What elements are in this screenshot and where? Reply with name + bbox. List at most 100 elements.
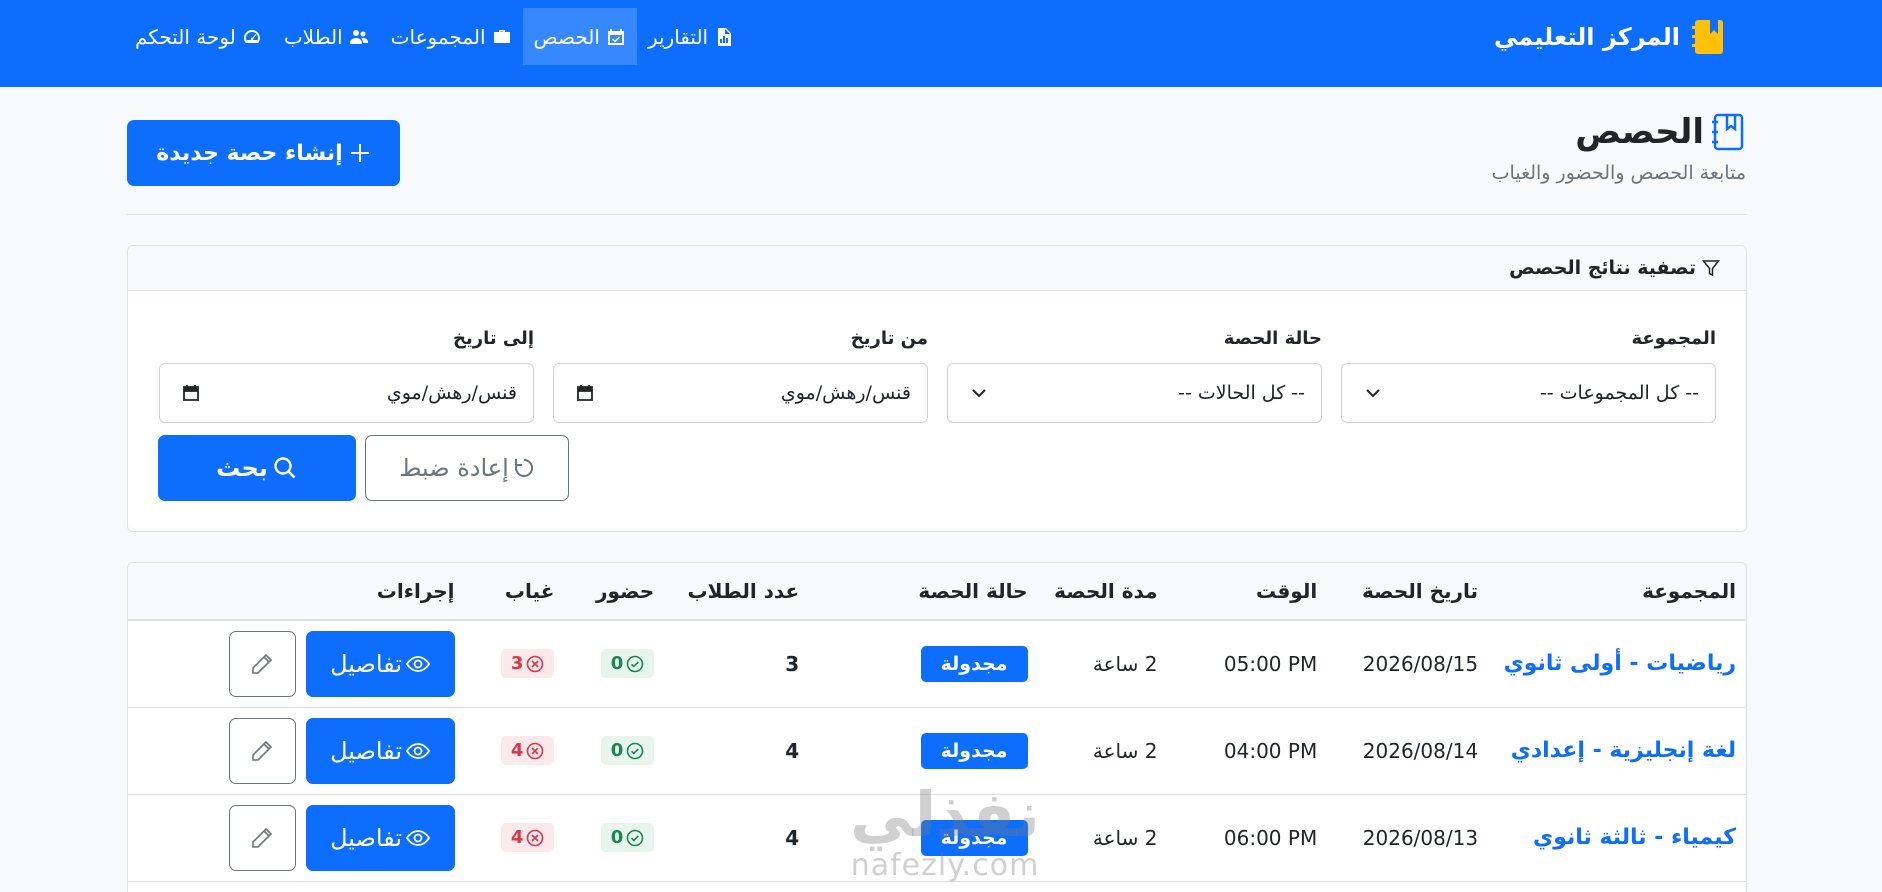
- col-present[interactable]: حضور: [564, 563, 665, 621]
- status-filter-field: حالة الحصة -- كل الحالات --: [947, 328, 1322, 423]
- reset-button[interactable]: إعادة ضبط: [365, 435, 569, 501]
- nav-label: الحصص: [533, 24, 600, 49]
- nav-item-students[interactable]: الطلاب: [273, 8, 380, 65]
- details-label: تفاصيل: [330, 823, 402, 852]
- status-cell: مجدولة: [809, 794, 1038, 882]
- details-button[interactable]: تفاصيل: [305, 630, 455, 697]
- filter-title: تصفية نتائج الحصص: [1509, 257, 1696, 279]
- from-date-placeholder: قنس/رهش/موي: [780, 382, 911, 404]
- table-row: كيمياء - ثالثة ثانوي 2026/08/13 06:00 PM…: [128, 794, 1746, 882]
- present-chip: 0: [600, 649, 655, 679]
- status-cell: مجدولة: [809, 707, 1038, 795]
- absent-count: 4: [510, 740, 524, 761]
- group-link[interactable]: كيمياء - ثالثة ثانوي: [1488, 794, 1746, 882]
- filter-card: تصفية نتائج الحصص المجموعة -- كل المجموع…: [127, 245, 1747, 532]
- reset-label: إعادة ضبط: [399, 454, 509, 482]
- present-count: 0: [610, 827, 624, 848]
- edit-button[interactable]: [228, 630, 296, 697]
- status-filter-label: حالة الحصة: [1223, 328, 1322, 349]
- table-header-row: المجموعة تاريخ الحصة الوقت مدة الحصة حال…: [128, 563, 1746, 621]
- to-date-input[interactable]: قنس/رهش/موي: [159, 363, 534, 423]
- nav-label: الطلاب: [283, 24, 343, 49]
- col-absent[interactable]: غياب: [464, 563, 565, 621]
- details-button[interactable]: تفاصيل: [305, 717, 455, 784]
- pencil-icon: [252, 653, 273, 674]
- col-date[interactable]: تاريخ الحصة: [1327, 563, 1489, 621]
- notebook-logo-icon: [1692, 20, 1723, 54]
- group-link[interactable]: رياضيات - أولى ثانوي: [1488, 620, 1746, 708]
- to-date-placeholder: قنس/رهش/موي: [386, 382, 517, 404]
- page-title: الحصص: [1492, 112, 1746, 152]
- actions-cell: تفاصيل: [128, 707, 465, 795]
- sessions-table: المجموعة تاريخ الحصة الوقت مدة الحصة حال…: [128, 563, 1746, 882]
- nav-label: المجموعات: [390, 24, 486, 49]
- session-time: 06:00 PM: [1167, 794, 1328, 882]
- group-filter-field: المجموعة -- كل المجموعات --: [1341, 328, 1716, 423]
- absent-chip: 4: [500, 823, 555, 852]
- pencil-icon: [252, 740, 273, 761]
- status-select-value: -- كل الحالات --: [1178, 382, 1305, 404]
- pencil-icon: [252, 827, 273, 848]
- page-subtitle: متابعة الحصص والحضور والغياب: [1491, 162, 1746, 184]
- calendar-icon: [183, 385, 199, 401]
- edit-button[interactable]: [228, 717, 296, 784]
- details-label: تفاصيل: [330, 649, 402, 678]
- col-students[interactable]: عدد الطلاب: [664, 563, 810, 621]
- col-group[interactable]: المجموعة: [1488, 563, 1746, 621]
- edit-button[interactable]: [228, 804, 296, 871]
- students-count: 4: [664, 707, 810, 795]
- status-select[interactable]: -- كل الحالات --: [947, 363, 1322, 423]
- group-select-value: -- كل المجموعات --: [1539, 382, 1699, 404]
- table-row: لغة إنجليزية - إعدادي 2026/08/14 04:00 P…: [128, 707, 1746, 795]
- present-cell: 0: [564, 620, 665, 708]
- plus-icon: [350, 144, 369, 162]
- present-cell: 0: [564, 707, 665, 795]
- nav-label: التقارير: [647, 24, 709, 49]
- check-circle-icon: [626, 742, 644, 759]
- x-circle-icon: [527, 742, 544, 759]
- create-session-button[interactable]: إنشاء حصة جديدة: [127, 120, 400, 186]
- from-date-label: من تاريخ: [850, 328, 928, 349]
- to-date-label: إلى تاريخ: [452, 328, 534, 349]
- session-duration: 2 ساعة: [1037, 707, 1168, 795]
- table-row: رياضيات - أولى ثانوي 2026/08/15 05:00 PM…: [128, 620, 1746, 708]
- search-label: بحث: [216, 454, 268, 482]
- nav-menu: لوحة التحكم الطلاب المجموعات الحصص التقا…: [124, 8, 745, 65]
- absent-count: 4: [510, 827, 524, 848]
- group-link[interactable]: لغة إنجليزية - إعدادي: [1488, 707, 1746, 795]
- nav-item-groups[interactable]: المجموعات: [380, 8, 523, 65]
- session-date: 2026/08/15: [1327, 620, 1489, 708]
- session-duration: 2 ساعة: [1037, 794, 1168, 882]
- details-button[interactable]: تفاصيل: [305, 804, 455, 871]
- session-duration: 2 ساعة: [1037, 620, 1168, 708]
- to-date-field: إلى تاريخ قنس/رهش/موي: [159, 328, 534, 423]
- session-date: 2026/08/14: [1327, 707, 1489, 795]
- chevron-down-icon: [972, 389, 986, 398]
- col-time[interactable]: الوقت: [1167, 563, 1328, 621]
- x-circle-icon: [527, 829, 544, 846]
- students-count: 4: [664, 794, 810, 882]
- nav-label: لوحة التحكم: [135, 24, 236, 49]
- col-duration[interactable]: مدة الحصة: [1037, 563, 1168, 621]
- actions-cell: تفاصيل: [128, 794, 465, 882]
- journal-bookmark-icon: [1712, 113, 1744, 151]
- x-circle-icon: [527, 655, 544, 673]
- students-count: 3: [664, 620, 810, 708]
- page-title-text: الحصص: [1575, 112, 1704, 152]
- speedometer-icon: [243, 29, 260, 43]
- nav-item-reports[interactable]: التقارير: [637, 8, 745, 65]
- filter-header: تصفية نتائج الحصص: [128, 246, 1746, 291]
- nav-item-dashboard[interactable]: لوحة التحكم: [124, 8, 273, 65]
- group-select[interactable]: -- كل المجموعات --: [1341, 363, 1716, 423]
- brand[interactable]: المركز التعليمي: [1494, 16, 1726, 58]
- col-status[interactable]: حالة الحصة: [809, 563, 1038, 621]
- nav-item-sessions[interactable]: الحصص: [522, 8, 637, 65]
- from-date-input[interactable]: قنس/رهش/موي: [553, 363, 928, 423]
- search-button[interactable]: بحث: [158, 435, 356, 501]
- absent-cell: 4: [464, 707, 565, 795]
- top-navbar: المركز التعليمي لوحة التحكم الطلاب المجم…: [0, 0, 1882, 87]
- from-date-field: من تاريخ قنس/رهش/موي: [553, 328, 928, 423]
- eye-icon: [406, 829, 430, 846]
- file-chart-icon: [718, 27, 732, 46]
- session-date: 2026/08/13: [1327, 794, 1489, 882]
